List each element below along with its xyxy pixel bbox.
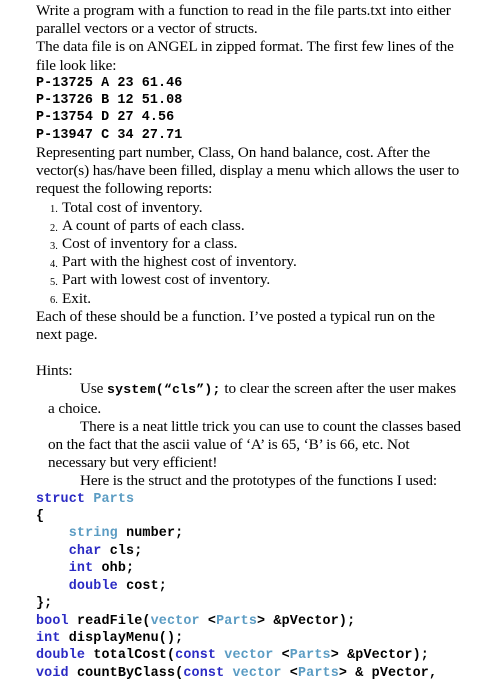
list-item-number: 1.	[50, 204, 58, 216]
code-token: readFile(	[76, 613, 151, 629]
code-token: Parts	[297, 665, 339, 681]
code-token: cost;	[126, 578, 167, 594]
hint-ascii-text: There is a neat little trick you can use…	[48, 417, 461, 472]
intro-paragraph-1: Write a program with a function to read …	[36, 2, 451, 38]
code-token: > &pVector);	[330, 648, 429, 664]
code-token: <	[281, 648, 290, 664]
code-token: Parts	[289, 648, 331, 664]
code-token: Parts	[216, 613, 258, 629]
code-line: {	[36, 508, 494, 525]
list-item: 2. A count of parts of each class.	[36, 217, 462, 235]
code-token: string	[68, 526, 127, 542]
list-item-number: 4.	[50, 259, 58, 271]
list-item-label: Total cost of inventory.	[62, 198, 203, 216]
list-item-number: 2.	[50, 222, 58, 234]
intro-paragraph-2: The data file is on ANGEL in zipped form…	[36, 38, 454, 74]
code-token: {	[36, 509, 45, 525]
hint-struct-intro-text: Here is the struct and the prototypes of…	[80, 472, 437, 490]
code-token: struct	[36, 491, 94, 507]
code-token: };	[36, 596, 53, 612]
code-line: void countByClass(const vector <Parts> &…	[36, 665, 494, 682]
hint-ascii-trick: There is a neat little trick you can use…	[36, 418, 462, 473]
code-token: double	[36, 648, 94, 664]
document-body: Write a program with a function to read …	[0, 2, 504, 491]
code-token: int	[36, 630, 69, 646]
after-data-paragraph: Representing part number, Class, On hand…	[36, 144, 460, 198]
hints-heading: Hints:	[36, 362, 73, 380]
list-item: 6. Exit.	[36, 290, 462, 308]
code-token: > & pVector,	[338, 665, 438, 681]
code-token: const	[175, 648, 225, 664]
list-item-label: Exit.	[62, 289, 92, 307]
list-item: 3. Cost of inventory for a class.	[36, 235, 462, 253]
code-line: };	[36, 595, 494, 612]
list-item-label: Cost of inventory for a class.	[62, 235, 238, 253]
data-line: P-13726 B 12 51.08	[36, 93, 183, 109]
hint-system-cls: Use system(“cls”); to clear the screen a…	[36, 380, 462, 417]
code-line: double totalCost(const vector <Parts> &p…	[36, 647, 494, 664]
sample-data-block: P-13725 A 23 61.46 P-13726 B 12 51.08 P-…	[36, 75, 462, 144]
code-token: const	[183, 665, 233, 681]
list-item: 5. Part with lowest cost of inventory.	[36, 271, 462, 289]
list-item: 4. Part with the highest cost of invento…	[36, 253, 462, 271]
code-token: vector	[224, 648, 282, 664]
code-token: ohb;	[101, 561, 135, 577]
code-token: number;	[126, 526, 184, 542]
code-line: char cls;	[36, 543, 494, 560]
code-token: char	[68, 543, 110, 559]
code-token: <	[207, 613, 217, 629]
data-line: P-13754 D 27 4.56	[36, 110, 175, 126]
list-item-number: 5.	[50, 277, 58, 289]
code-line: bool readFile(vector <Parts> &pVector);	[36, 613, 494, 630]
list-item-number: 3.	[50, 240, 58, 252]
code-line: struct Parts	[36, 491, 494, 508]
code-token: int	[68, 561, 102, 577]
list-item-label: Part with lowest cost of inventory.	[62, 271, 271, 289]
list-item-label: A count of parts of each class.	[62, 216, 245, 234]
list-item-number: 6.	[50, 295, 58, 307]
code-token: cls;	[109, 543, 143, 559]
code-token: vector	[150, 613, 208, 629]
code-token: totalCost(	[93, 648, 176, 664]
code-token: vector	[232, 665, 290, 681]
code-line: int displayMenu();	[36, 630, 494, 647]
hint-struct-intro: Here is the struct and the prototypes of…	[36, 472, 462, 490]
code-token: void	[36, 665, 77, 681]
after-list-paragraph: Each of these should be a function. I’ve…	[36, 307, 435, 344]
code-line: string number;	[36, 525, 494, 542]
list-item: 1. Total cost of inventory.	[36, 199, 462, 217]
code-token: countByClass(	[76, 665, 184, 681]
code-token: double	[68, 578, 127, 594]
code-block: struct Parts{ string number; char cls; i…	[0, 491, 504, 682]
report-list: 1. Total cost of inventory. 2. A count o…	[36, 199, 462, 308]
inline-code-system-cls: system(“cls”)	[107, 382, 213, 398]
code-line: double cost;	[36, 578, 494, 595]
list-item-label: Part with the highest cost of inventory.	[62, 253, 297, 271]
data-line: P-13725 A 23 61.46	[36, 75, 183, 91]
assignment-page: Write a program with a function to read …	[0, 0, 504, 700]
code-token: Parts	[93, 491, 135, 507]
data-line: P-13947 C 34 27.71	[36, 127, 183, 143]
inline-code-semicolon: ;	[212, 382, 221, 398]
code-token: > &pVector);	[257, 613, 356, 629]
code-line: int ohb;	[36, 560, 494, 577]
hint-use-prefix: Use	[80, 380, 108, 398]
code-token: displayMenu();	[68, 630, 184, 646]
code-token: <	[289, 665, 298, 681]
code-token: bool	[36, 613, 77, 629]
